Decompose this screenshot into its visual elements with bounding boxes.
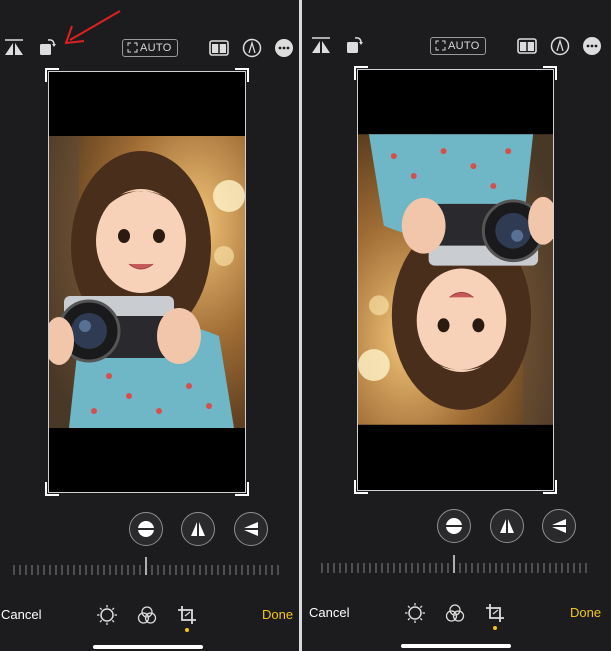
crop-handle-top-right[interactable]: [235, 68, 249, 82]
rotate-icon[interactable]: [344, 34, 366, 56]
auto-straighten-icon: [435, 40, 446, 51]
rotate-icon[interactable]: [37, 36, 59, 58]
photo-rotated: [358, 133, 553, 426]
crop-icon[interactable]: [484, 602, 506, 624]
auto-straighten-button[interactable]: AUTO: [430, 37, 486, 55]
auto-straighten-button[interactable]: AUTO: [122, 39, 178, 57]
crop-handle-bottom-right[interactable]: [235, 482, 249, 496]
vertical-perspective-button[interactable]: [181, 512, 215, 546]
more-icon[interactable]: [273, 37, 295, 59]
adjust-icon[interactable]: [96, 604, 118, 626]
left-screen: AUTO Cancel Done: [0, 0, 299, 651]
vertical-perspective-icon: [191, 522, 205, 536]
home-indicator: [401, 644, 511, 648]
done-button[interactable]: Done: [570, 605, 601, 620]
straighten-icon: [445, 518, 463, 534]
crop-handle-top-left[interactable]: [45, 68, 59, 82]
home-indicator: [93, 645, 203, 649]
horizontal-perspective-icon: [244, 522, 258, 536]
active-mode-indicator: [185, 628, 189, 632]
active-mode-indicator: [493, 626, 497, 630]
crop-handle-top-left[interactable]: [354, 66, 368, 80]
auto-label: AUTO: [140, 42, 172, 54]
straighten-button[interactable]: [437, 509, 471, 543]
cancel-button[interactable]: Cancel: [309, 605, 349, 620]
adjust-icon[interactable]: [404, 602, 426, 624]
horizontal-perspective-button[interactable]: [542, 509, 576, 543]
rotation-ruler[interactable]: [10, 556, 290, 576]
aspect-ratio-icon[interactable]: [208, 37, 230, 59]
crop-frame[interactable]: [49, 72, 245, 492]
aspect-ratio-icon[interactable]: [516, 35, 538, 57]
crop-handle-bottom-right[interactable]: [543, 480, 557, 494]
annotation-arrow: [64, 10, 121, 45]
filters-icon[interactable]: [136, 604, 158, 626]
flip-horizontal-icon[interactable]: [3, 36, 25, 58]
horizontal-perspective-button[interactable]: [234, 512, 268, 546]
filters-icon[interactable]: [444, 602, 466, 624]
crop-handle-top-right[interactable]: [543, 66, 557, 80]
markup-icon[interactable]: [549, 35, 571, 57]
right-screen: AUTO Cancel Done: [302, 0, 611, 651]
crop-icon[interactable]: [176, 604, 198, 626]
horizontal-perspective-icon: [552, 519, 566, 533]
photo: [49, 136, 245, 428]
auto-straighten-icon: [127, 42, 138, 53]
crop-handle-bottom-left[interactable]: [45, 482, 59, 496]
auto-label: AUTO: [448, 40, 480, 52]
straighten-button[interactable]: [129, 512, 163, 546]
crop-frame[interactable]: [358, 70, 553, 490]
cancel-button[interactable]: Cancel: [1, 607, 41, 622]
flip-horizontal-icon[interactable]: [310, 34, 332, 56]
done-button[interactable]: Done: [262, 607, 293, 622]
crop-handle-bottom-left[interactable]: [354, 480, 368, 494]
vertical-perspective-button[interactable]: [490, 509, 524, 543]
more-icon[interactable]: [581, 35, 603, 57]
rotation-ruler[interactable]: [318, 554, 598, 574]
vertical-perspective-icon: [500, 519, 514, 533]
markup-icon[interactable]: [241, 37, 263, 59]
straighten-icon: [137, 521, 155, 537]
